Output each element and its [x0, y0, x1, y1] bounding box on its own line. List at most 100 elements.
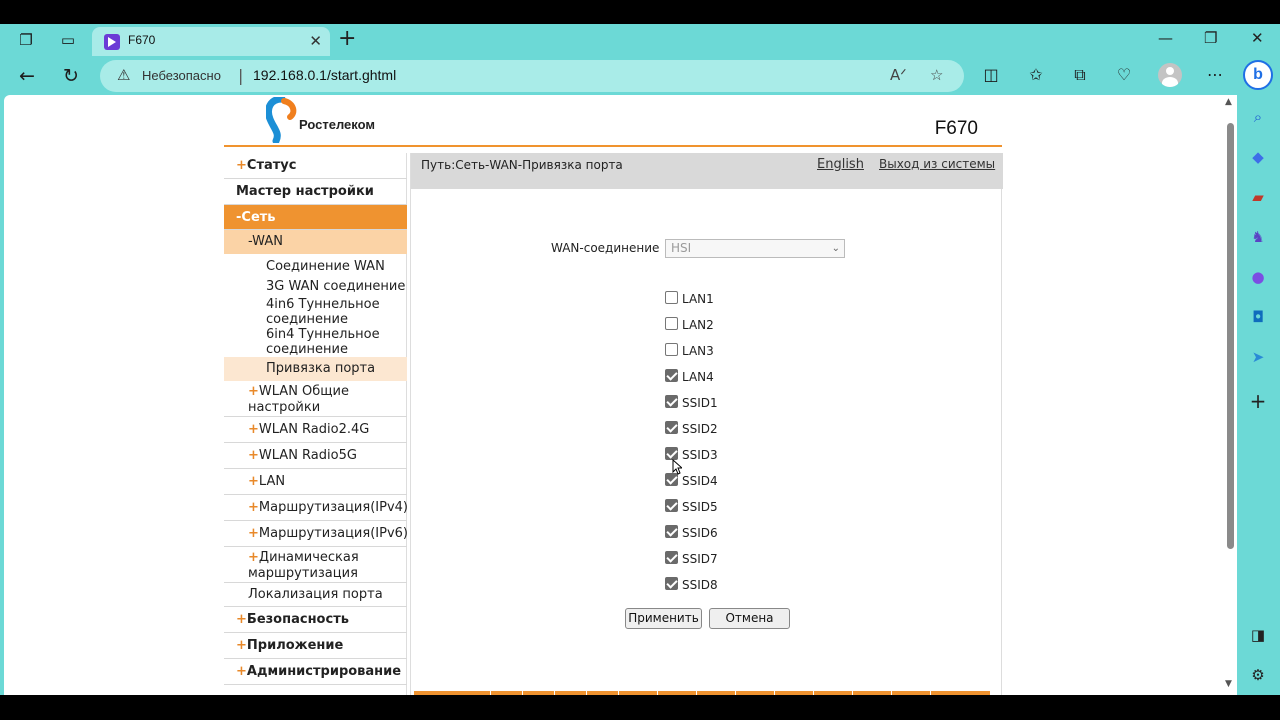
menu-item-wlan-5g[interactable]: +WLAN Radio5G — [224, 443, 407, 469]
games-icon[interactable]: ♞ — [1246, 225, 1270, 249]
browser-window: ❐ ▭ F670 ✕ + — ❐ ✕ ← ↻ ⚠ Небезопасно | 1… — [0, 24, 1280, 695]
port-checkbox[interactable] — [665, 525, 678, 538]
more-menu-icon[interactable]: ⋯ — [1204, 65, 1226, 84]
read-aloud-icon[interactable]: Aᐟ — [890, 66, 907, 84]
port-checkbox[interactable] — [665, 343, 678, 356]
menu-item-6in4-tunnel[interactable]: 6in4 Туннельное соединение — [224, 327, 407, 357]
logo-text: Ростелеком — [299, 117, 375, 132]
address-bar[interactable]: ⚠ Небезопасно | 192.168.0.1/start.ghtml … — [100, 60, 964, 92]
english-link[interactable]: English — [817, 157, 864, 172]
refresh-icon[interactable]: ↻ — [58, 63, 84, 89]
port-label: SSID2 — [682, 422, 718, 436]
port-checkbox[interactable] — [665, 499, 678, 512]
tab-close-icon[interactable]: ✕ — [309, 32, 322, 50]
port-checkbox[interactable] — [665, 421, 678, 434]
menu-item-network[interactable]: -Сеть — [224, 205, 407, 230]
table-header-cell: SSID6 — [814, 691, 853, 695]
table-header-cell: SSID4 — [736, 691, 775, 695]
favorites-icon[interactable]: ✩ — [1025, 65, 1047, 84]
new-tab-button[interactable]: + — [338, 27, 356, 51]
binding-table-header: WANLAN1LAN2LAN3LAN4SSID1SSID2SSID3SSID4S… — [414, 691, 991, 695]
copilot-icon[interactable]: b — [1243, 60, 1273, 90]
browser-essentials-icon[interactable]: ♡ — [1113, 65, 1135, 84]
menu-item-status[interactable]: +Статус — [224, 153, 407, 179]
menu-item-administration[interactable]: +Администрирование — [224, 659, 407, 685]
outlook-icon[interactable]: ◘ — [1246, 305, 1270, 329]
navigation-bar: ← ↻ ⚠ Небезопасно | 192.168.0.1/start.gh… — [0, 57, 1280, 95]
favorite-star-icon[interactable]: ☆ — [930, 66, 943, 84]
menu-item-setup-wizard[interactable]: Мастер настройки — [224, 179, 407, 205]
menu-item-lan[interactable]: +LAN — [224, 469, 407, 495]
scroll-up-icon[interactable]: ▲ — [1225, 97, 1232, 107]
profile-avatar[interactable] — [1158, 63, 1182, 87]
menu-item-wlan-general[interactable]: +WLAN Общие настройки — [224, 381, 407, 417]
add-sidebar-icon[interactable]: + — [1246, 389, 1270, 413]
edge-sidebar: ⌕ ◆ ▰ ♞ ● ◘ ➤ + ◨ ⚙ — [1237, 95, 1280, 695]
menu-item-wan-connection[interactable]: Соединение WAN — [224, 257, 407, 277]
breadcrumb: Путь:Сеть-WAN-Привязка порта — [421, 158, 623, 172]
workspaces-icon[interactable]: ❐ — [16, 31, 36, 49]
settings-gear-icon[interactable]: ⚙ — [1246, 663, 1270, 687]
tab-title: F670 — [128, 33, 156, 47]
window-close-icon[interactable]: ✕ — [1251, 29, 1264, 47]
send-icon[interactable]: ➤ — [1246, 345, 1270, 369]
menu-item-security[interactable]: +Безопасность — [224, 607, 407, 633]
menu-item-3g-wan[interactable]: 3G WAN соединение — [224, 277, 407, 297]
menu-item-dynamic-routing[interactable]: +Динамическая маршрутизация — [224, 547, 407, 583]
wan-connection-label: WAN-соединение — [551, 241, 660, 255]
menu-item-port-binding[interactable]: Привязка порта — [224, 357, 407, 381]
warning-icon[interactable]: ⚠ — [117, 66, 130, 84]
port-label: LAN4 — [682, 370, 714, 384]
logout-link[interactable]: Выход из системы — [879, 157, 995, 171]
mouse-cursor-icon — [672, 459, 682, 475]
split-screen-icon[interactable]: ◫ — [980, 65, 1002, 84]
port-checkbox[interactable] — [665, 395, 678, 408]
table-header-cell: SSID8 — [892, 691, 931, 695]
wan-connection-value: HSI — [671, 241, 692, 255]
insecure-label[interactable]: Небезопасно — [142, 68, 221, 83]
menu-item-4in6-tunnel[interactable]: 4in6 Туннельное соединение — [224, 297, 407, 327]
table-header-cell: SSID5 — [775, 691, 814, 695]
menu-item-port-localization[interactable]: Локализация порта — [224, 583, 407, 607]
tab-favicon-icon — [104, 34, 120, 50]
minimize-icon[interactable]: — — [1158, 29, 1173, 47]
port-checkbox[interactable] — [665, 369, 678, 382]
scrollbar-thumb[interactable] — [1227, 123, 1234, 549]
port-checkbox[interactable] — [665, 577, 678, 590]
table-header-cell: LAN4 — [587, 691, 619, 695]
restore-icon[interactable]: ❐ — [1204, 29, 1217, 47]
rostelecom-logo-icon — [266, 97, 297, 143]
shopping-tag-icon[interactable]: ◆ — [1246, 145, 1270, 169]
tools-briefcase-icon[interactable]: ▰ — [1246, 185, 1270, 209]
port-label: SSID5 — [682, 500, 718, 514]
port-label: SSID7 — [682, 552, 718, 566]
menu-item-routing-ipv4[interactable]: +Маршрутизация(IPv4) — [224, 495, 408, 521]
apply-button[interactable]: Применить — [625, 608, 702, 629]
page-scrollbar[interactable]: ▲ ▼ — [1223, 95, 1237, 695]
table-header-cell: SSID2 — [658, 691, 697, 695]
cancel-button[interactable]: Отмена — [709, 608, 790, 629]
sidebar-toggle-icon[interactable]: ◨ — [1246, 623, 1270, 647]
menu-item-application[interactable]: +Приложение — [224, 633, 407, 659]
collections-icon[interactable]: ⧉ — [1069, 65, 1091, 85]
m365-icon[interactable]: ● — [1246, 265, 1270, 289]
left-menu: +Статус Мастер настройки -Сеть -WAN Соед… — [224, 153, 408, 695]
page-viewport: Ростелеком F670 +Статус Мастер настройки… — [4, 95, 1237, 695]
port-checkbox[interactable] — [665, 291, 678, 304]
menu-item-routing-ipv6[interactable]: +Маршрутизация(IPv6) — [224, 521, 408, 547]
scroll-down-icon[interactable]: ▼ — [1225, 679, 1232, 689]
port-checkbox[interactable] — [665, 551, 678, 564]
url-text[interactable]: 192.168.0.1/start.ghtml — [253, 67, 396, 83]
table-header-cell: LAN1 — [491, 691, 523, 695]
menu-item-wan[interactable]: -WAN — [224, 230, 407, 254]
port-label: SSID3 — [682, 448, 718, 462]
search-icon[interactable]: ⌕ — [1246, 105, 1270, 129]
tab-actions-icon[interactable]: ▭ — [58, 31, 78, 49]
port-checkbox[interactable] — [665, 317, 678, 330]
menu-item-wlan-24g[interactable]: +WLAN Radio2.4G — [224, 417, 407, 443]
table-header-cell: LAN3 — [555, 691, 587, 695]
back-icon[interactable]: ← — [14, 63, 40, 89]
wan-connection-select[interactable]: HSI ⌄ — [665, 239, 845, 258]
port-label: LAN1 — [682, 292, 714, 306]
browser-tab[interactable]: F670 ✕ — [92, 27, 330, 56]
